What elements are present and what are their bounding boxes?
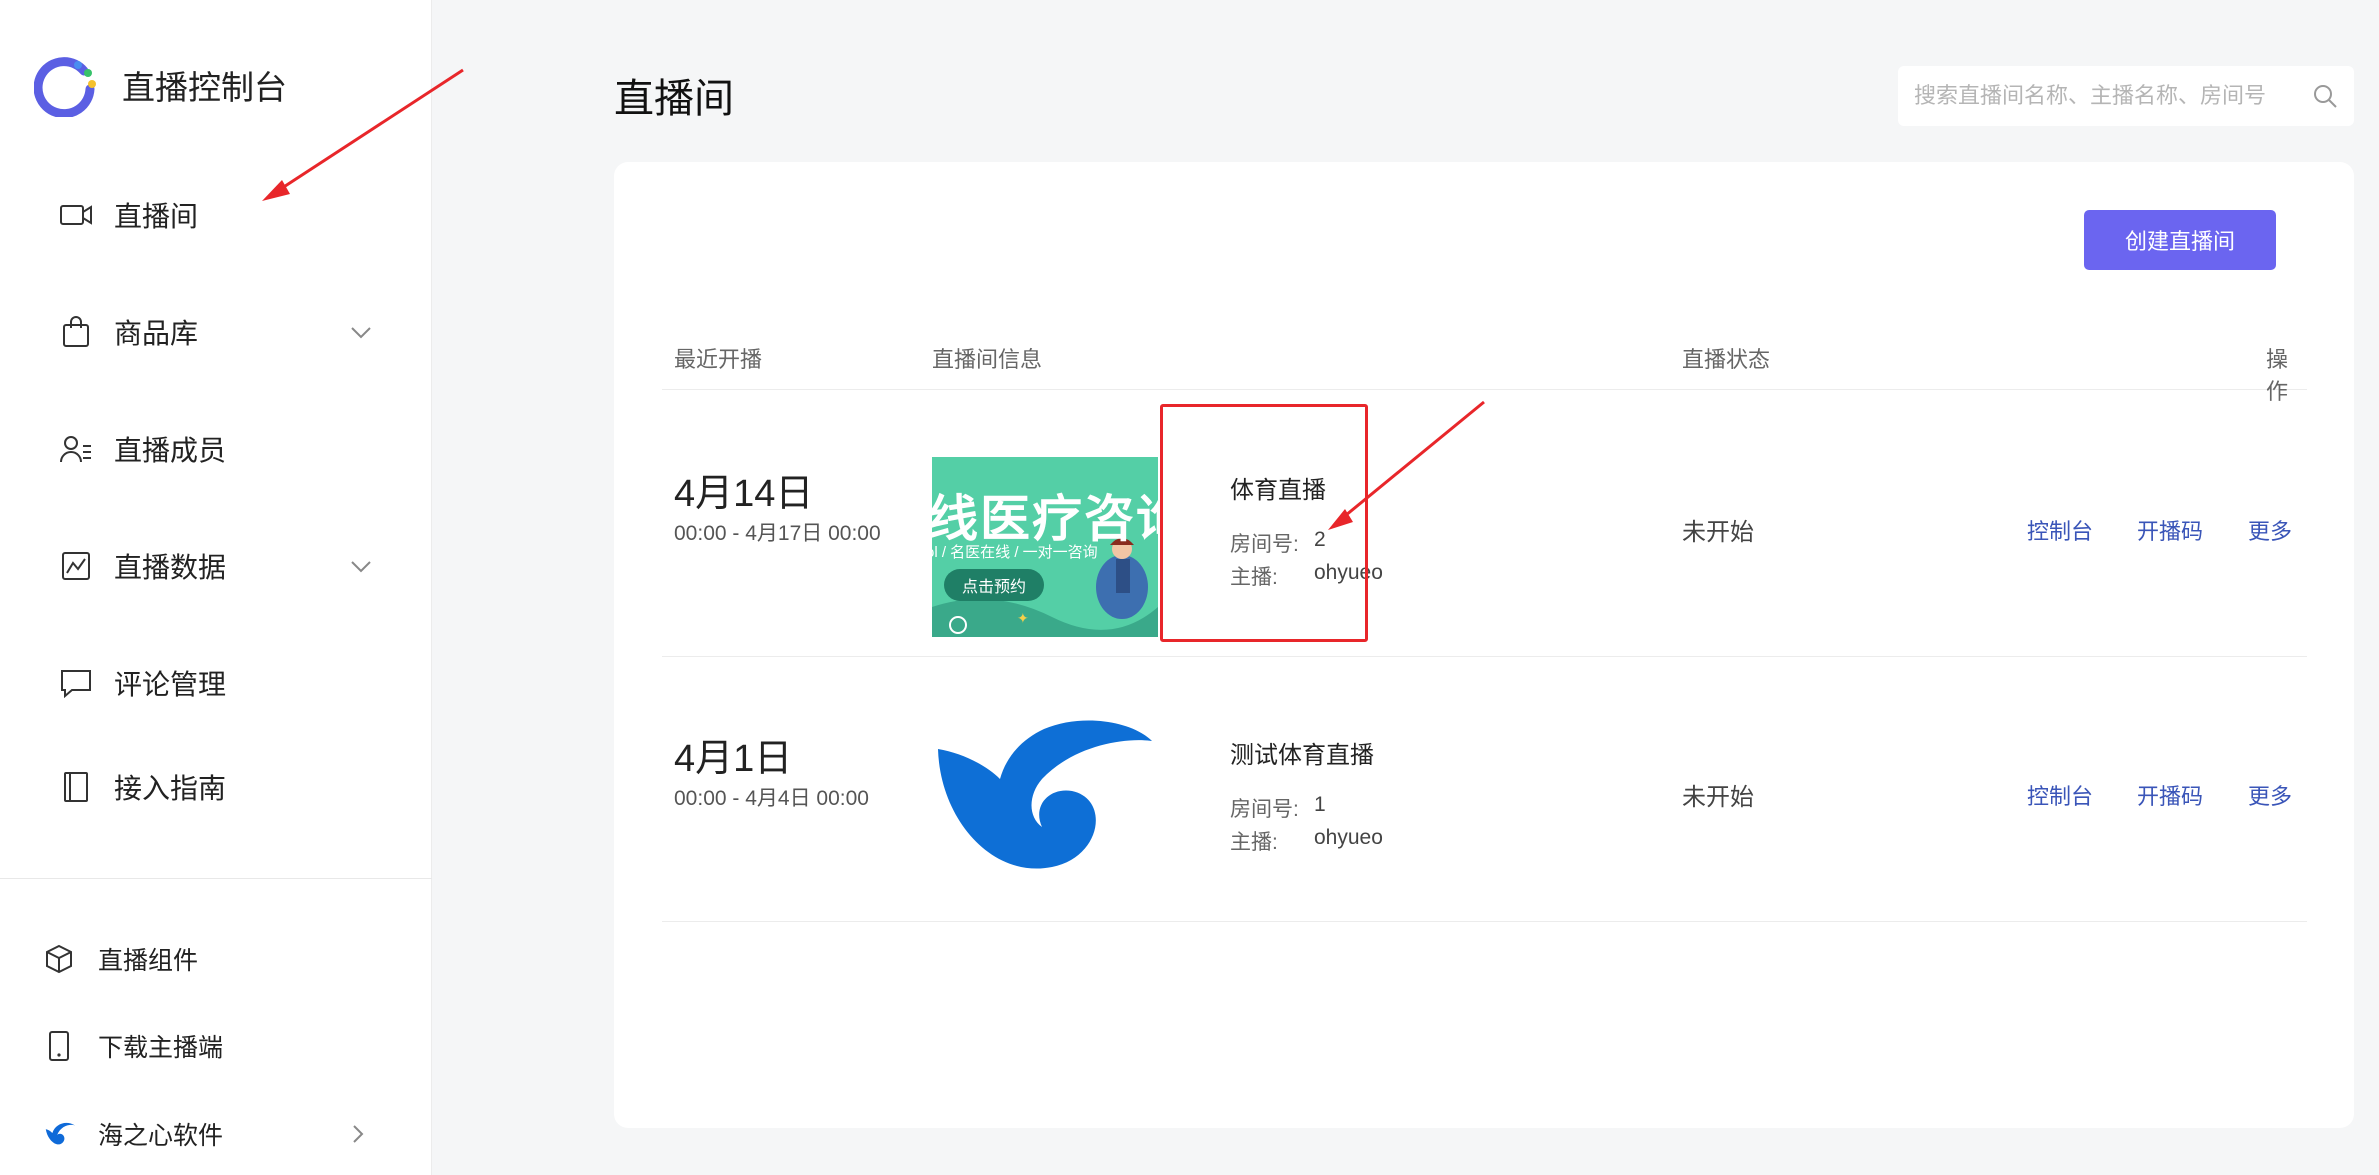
chevron-down-icon[interactable] [346, 551, 376, 581]
sidebar-item-live-data[interactable]: 直播数据 [58, 541, 376, 591]
sidebar-item-components[interactable]: 直播组件 [42, 937, 372, 981]
host-label: 主播: [1230, 566, 1278, 589]
live-room-card: 创建直播间 最近开播 直播间信息 直播状态 操作 4月14日 00:00 - 4… [614, 162, 2354, 1128]
more-link[interactable]: 更多 [2248, 514, 2292, 546]
live-code-link[interactable]: 开播码 [2137, 514, 2203, 546]
column-header: 直播间信息 [932, 347, 1043, 372]
host-label: 主播: [1230, 831, 1278, 854]
sidebar-item-label: 商品库 [114, 318, 199, 349]
live-code-link[interactable]: 开播码 [2137, 779, 2203, 811]
book-icon [58, 769, 94, 805]
column-header: 直播状态 [1682, 347, 1771, 372]
table-row[interactable]: 4月1日 00:00 - 4月4日 00:00 测试体育直播 房间号: 1 主播… [662, 657, 2307, 922]
brand-logo-icon [34, 57, 96, 117]
user-list-icon [58, 431, 94, 467]
create-live-room-button[interactable]: 创建直播间 [2084, 210, 2276, 270]
sidebar-item-haizhixin[interactable]: 海之心软件 [42, 1112, 372, 1156]
sidebar-item-label: 接入指南 [114, 773, 227, 804]
shopping-bag-icon [58, 314, 94, 350]
phone-icon [42, 1029, 76, 1063]
search-icon[interactable] [2312, 83, 2338, 109]
thumbnail-book-button: 点击预约 [944, 569, 1045, 601]
console-link[interactable]: 控制台 [2027, 514, 2093, 546]
brand-title: 直播控制台 [122, 69, 287, 106]
sidebar-item-live-room[interactable]: 直播间 [58, 190, 376, 240]
row-date: 4月14日 [674, 473, 814, 515]
sidebar-divider [0, 878, 432, 879]
sidebar-item-label: 直播组件 [98, 947, 199, 975]
sidebar-item-products[interactable]: 商品库 [58, 307, 376, 357]
sidebar-item-guide[interactable]: 接入指南 [58, 762, 376, 812]
row-time-range: 00:00 - 4月4日 00:00 [674, 787, 869, 810]
sidebar-item-label: 直播成员 [114, 435, 227, 466]
haizhixin-logo-icon [932, 699, 1158, 879]
sidebar-item-label: 海之心软件 [98, 1122, 224, 1150]
live-room-thumbnail[interactable] [932, 699, 1158, 879]
row-time-range: 00:00 - 4月17日 00:00 [674, 522, 881, 545]
page-title: 直播间 [614, 77, 734, 121]
search-input[interactable] [1914, 83, 2312, 109]
row-date: 4月1日 [674, 738, 793, 780]
room-number: 房间号: 2 [1230, 528, 1326, 558]
haizhixin-logo-icon [42, 1117, 76, 1151]
brand: 直播控制台 [34, 50, 287, 120]
cube-icon [42, 942, 76, 976]
host-value: ohyueo [1314, 561, 1383, 584]
svg-text:✦: ✦ [1017, 611, 1029, 627]
search-box[interactable] [1898, 66, 2354, 126]
status-text: 未开始 [1682, 784, 1754, 811]
room-number-label: 房间号: [1230, 798, 1299, 821]
chevron-down-icon[interactable] [346, 317, 376, 347]
more-link[interactable]: 更多 [2248, 779, 2292, 811]
status-text: 未开始 [1682, 519, 1754, 546]
console-link[interactable]: 控制台 [2027, 779, 2093, 811]
live-room-thumbnail[interactable]: ✦ 线医疗咨询 ol / 名医在线 / 一对一咨询 点击预约 [932, 457, 1158, 637]
sidebar-item-comments[interactable]: 评论管理 [58, 658, 376, 708]
video-camera-icon [58, 197, 94, 233]
comment-icon [58, 665, 94, 701]
room-number-label: 房间号: [1230, 533, 1299, 556]
room-number-value: 1 [1314, 793, 1326, 816]
table-header: 最近开播 直播间信息 直播状态 操作 [662, 342, 2307, 404]
sidebar-item-label: 直播数据 [114, 552, 227, 583]
room-name: 测试体育直播 [1230, 742, 1374, 769]
room-number: 房间号: 1 [1230, 793, 1326, 823]
room-host: 主播: ohyueo [1230, 561, 1383, 591]
sidebar: 直播控制台 直播间 商品库 直播成员 直播数据 评论管理 接入指南 直播组件 下… [0, 0, 432, 1175]
sidebar-item-label: 下载主播端 [98, 1034, 224, 1062]
room-number-value: 2 [1314, 528, 1326, 551]
chart-icon [58, 548, 94, 584]
sidebar-item-label: 评论管理 [114, 669, 227, 700]
sidebar-item-members[interactable]: 直播成员 [58, 424, 376, 474]
host-value: ohyueo [1314, 826, 1383, 849]
chevron-right-icon[interactable] [344, 1120, 372, 1148]
sidebar-item-label: 直播间 [114, 201, 199, 232]
room-name: 体育直播 [1230, 477, 1326, 504]
room-host: 主播: ohyueo [1230, 826, 1383, 856]
column-header: 最近开播 [674, 347, 763, 372]
sidebar-item-download[interactable]: 下载主播端 [42, 1024, 372, 1068]
table-row[interactable]: 4月14日 00:00 - 4月17日 00:00 ✦ 线医疗咨询 ol / 名… [662, 392, 2307, 657]
thumbnail-subtitle: ol / 名医在线 / 一对一咨询 [932, 544, 1098, 561]
